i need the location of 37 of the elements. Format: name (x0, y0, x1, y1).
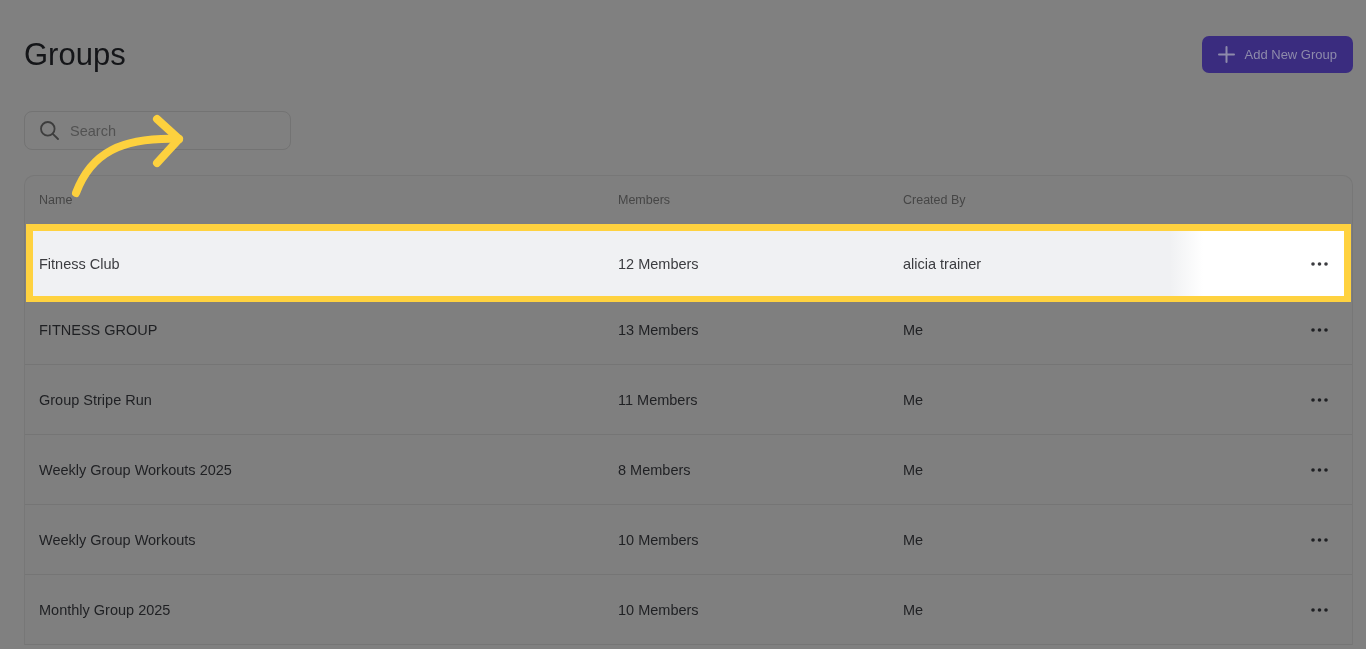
more-icon (1310, 261, 1328, 266)
table-row[interactable]: Monthly Group 2025 10 Members Me (25, 575, 1352, 645)
table-row[interactable]: Group Stripe Run 11 Members Me (25, 365, 1352, 435)
table-cell-text: Me (903, 391, 925, 408)
more-icon (1310, 467, 1328, 472)
table-cell-text: FITNESS GROUP (39, 321, 159, 338)
table-cell-text: Fitness Club (39, 255, 121, 272)
table-cell-text: Weekly Group Workouts 2025 (39, 461, 233, 478)
more-icon (1310, 607, 1328, 612)
table-cell-text: Me (903, 461, 925, 478)
table-cell-text: alicia trainer (903, 255, 983, 272)
table-cell-text: Me (903, 321, 925, 338)
more-icon (1310, 537, 1328, 542)
table-cell-text: Monthly Group 2025 (39, 601, 172, 618)
table-row[interactable]: Weekly Group Workouts 10 Members Me (25, 505, 1352, 575)
table-cell-text: 11 Members (618, 391, 699, 408)
more-icon (1310, 327, 1328, 332)
table-cell-text: Weekly Group Workouts (39, 531, 197, 548)
more-icon (1310, 397, 1328, 402)
column-header: Created By (903, 193, 967, 207)
highlighted-table-row[interactable]: Fitness Club 12 Members alicia trainer (26, 224, 1351, 302)
table-cell-text: 8 Members (618, 461, 692, 478)
page-title: Groups (24, 36, 126, 73)
table-cell-text: 10 Members (618, 531, 700, 548)
table-cell-text: 10 Members (618, 601, 700, 618)
table-cell-text: Me (903, 531, 925, 548)
column-header: Members (618, 193, 672, 207)
table-row[interactable]: Weekly Group Workouts 2025 8 Members Me (25, 435, 1352, 505)
plus-icon (1217, 46, 1235, 63)
table-cell-text: Group Stripe Run (39, 391, 153, 408)
search-icon (40, 121, 59, 140)
table-cell-text: 12 Members (618, 255, 700, 272)
add-group-button[interactable]: Add New Group (1201, 36, 1353, 73)
table-cell-text: 13 Members (618, 321, 700, 338)
column-header: Name (39, 193, 74, 207)
table-cell-text: Me (903, 601, 925, 618)
table-row[interactable]: FITNESS GROUP 13 Members Me (25, 302, 1352, 365)
